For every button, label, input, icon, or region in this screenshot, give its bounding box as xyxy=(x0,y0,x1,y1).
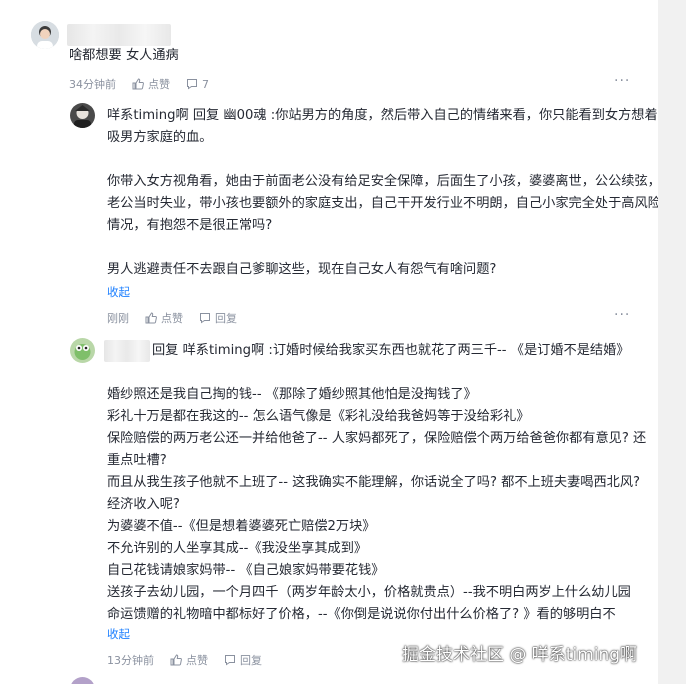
reply-count: 7 xyxy=(202,77,209,91)
like-label: 点赞 xyxy=(161,312,183,325)
reply-line: 为婆婆不值--《但是想着婆婆死亡赔偿2万块》 xyxy=(107,519,376,534)
scrollbar[interactable] xyxy=(658,0,686,684)
more-options-icon[interactable]: ··· xyxy=(614,73,630,89)
reply-actions: 刚刚 点赞 回复 xyxy=(107,310,253,326)
reply-line: 命运馈赠的礼物暗中都标好了价格，--《你倒是说说你付出什么价格了? 》看的够明白… xyxy=(107,607,616,622)
reply-time: 刚刚 xyxy=(107,312,129,325)
reply-label: 回复 xyxy=(240,654,262,667)
reply-paragraph: 你带入女方视角看，她由于前面老公没有给足安全保障，后面生了小孩，婆婆离世，公公续… xyxy=(107,174,661,189)
reply-line: 重点吐槽? xyxy=(107,453,167,468)
reply-target[interactable]: 幽00魂 xyxy=(223,108,266,123)
like-button[interactable]: 点赞 xyxy=(145,310,183,326)
reply-paragraph: 情况，有抱怨不是很正常吗? xyxy=(107,218,273,233)
avatar[interactable] xyxy=(70,103,95,128)
comment-text: 啥都想要 女人通病 xyxy=(69,48,179,63)
avatar[interactable] xyxy=(70,338,95,363)
reply-author[interactable]: 咩系timing啊 xyxy=(107,108,189,123)
thumbs-up-icon xyxy=(145,312,157,324)
reply-label: 回复 xyxy=(215,312,237,325)
reply-body: 婚纱照还是我自己掏的钱-- 《那除了婚纱照其他怕是没掏钱了》 彩礼十万是都在我这… xyxy=(107,384,646,626)
reply-line: 婚纱照还是我自己掏的钱-- 《那除了婚纱照其他怕是没掏钱了》 xyxy=(107,387,477,402)
comment-actions: 34分钟前 点赞 7 xyxy=(69,76,225,92)
comment-time: 34分钟前 xyxy=(69,78,116,91)
reply-count-button[interactable]: 7 xyxy=(186,78,209,91)
username-blurred xyxy=(67,24,171,46)
reply-word: 回复 xyxy=(152,343,179,358)
like-button[interactable]: 点赞 xyxy=(132,76,170,92)
thumbs-up-icon xyxy=(170,654,182,666)
like-label: 点赞 xyxy=(148,78,170,91)
reply-line: 自己花钱请娘家妈带-- 《自己娘家妈带要花钱》 xyxy=(107,563,385,578)
avatar[interactable] xyxy=(70,677,95,684)
quote-text: :订婚时候给我家买东西也就花了两三千-- 《是订婚不是结婚》 xyxy=(268,343,630,358)
like-button[interactable]: 点赞 xyxy=(170,652,208,668)
reply-header: 回复 咩系timing啊 :订婚时候给我家买东西也就花了两三千-- 《是订婚不是… xyxy=(152,340,629,362)
more-options-icon[interactable]: ··· xyxy=(614,307,630,323)
reply-button[interactable]: 回复 xyxy=(224,652,262,668)
reply-line: 保险赔偿的两万老公还一并给他爸了-- 人家妈都死了，保险赔偿个两万给爸爸你都有意… xyxy=(107,431,647,446)
comment-icon xyxy=(224,654,236,666)
reply-line: 而且从我生孩子他就不上班了-- 这我确实不能理解，你话说全了吗? 都不上班夫妻喝… xyxy=(107,475,641,490)
reply-line: 彩礼十万是都在我这的-- 怎么语气像是《彩礼没给我爸妈等于没给彩礼》 xyxy=(107,409,530,424)
reply-word: 回复 xyxy=(192,108,220,123)
reply-actions: 13分钟前 点赞 回复 xyxy=(107,652,278,668)
avatar[interactable] xyxy=(31,21,59,49)
reply-button[interactable]: 回复 xyxy=(199,310,237,326)
reply-line: 送孩子去幼儿园，一个月四千（两岁年龄太小，价格就贵点）--我不明白两岁上什么幼儿… xyxy=(107,585,631,600)
thumbs-up-icon xyxy=(132,78,144,90)
watermark: 掘金技术社区 @ 咩系timing啊 xyxy=(402,645,638,665)
comment-icon xyxy=(199,312,211,324)
like-label: 点赞 xyxy=(186,654,208,667)
reply-time: 13分钟前 xyxy=(107,654,154,667)
reply-paragraph: 老公当时失业，带小孩也要额外的家庭支出，自己干开发行业不明朗，自己小家完全处于高… xyxy=(107,196,661,211)
comment-icon xyxy=(186,78,198,90)
quote-text-cont: 吸男方家庭的血。 xyxy=(107,130,213,145)
username-blurred xyxy=(104,340,150,362)
reply-line: 经济收入呢? xyxy=(107,497,180,512)
reply-target[interactable]: 咩系timing啊 xyxy=(183,343,265,358)
reply-header: 咩系timing啊 回复 幽00魂 :你站男方的角度，然后带入自己的情绪来看，你… xyxy=(107,105,658,127)
quote-text: :你站男方的角度，然后带入自己的情绪来看，你只能看到女方想着 xyxy=(270,108,658,123)
collapse-link[interactable]: 收起 xyxy=(107,626,130,642)
reply-line: 不允许别的人坐享其成--《我没坐享其成到》 xyxy=(107,541,368,556)
collapse-link[interactable]: 收起 xyxy=(107,284,130,300)
reply-paragraph: 男人逃避责任不去跟自己爹聊这些，现在自己女人有怨气有啥问题? xyxy=(107,262,497,277)
